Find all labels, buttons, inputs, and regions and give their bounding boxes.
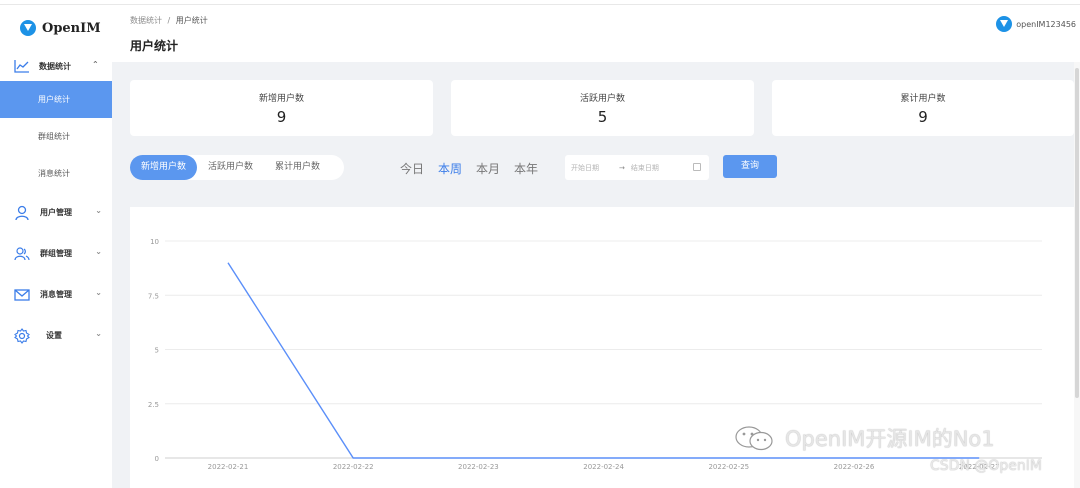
x-tick-label: 2022-02-24 — [583, 463, 624, 471]
range-today[interactable]: 今日 — [400, 160, 424, 177]
tab-new-users[interactable]: 新增用户数 — [130, 155, 198, 180]
menu-message-management-label: 消息管理 — [40, 290, 72, 299]
menu-settings-label: 设置 — [46, 331, 62, 340]
menu-data-stats-label: 数据统计 — [39, 61, 71, 71]
date-range-picker[interactable]: 开始日期 → 结束日期 — [565, 155, 709, 180]
menu-group-management-label: 群组管理 — [40, 249, 72, 258]
scrollbar-thumb[interactable] — [1075, 68, 1079, 398]
y-tick-label: 0 — [155, 455, 159, 463]
user-icon — [15, 205, 29, 220]
stat-value: 9 — [918, 108, 928, 126]
metric-tabs: 新增用户数 活跃用户数 累计用户数 — [130, 155, 344, 180]
mail-icon — [14, 288, 30, 301]
stat-card-new-users: 新增用户数 9 — [130, 80, 433, 136]
range-options: 今日 本周 本月 本年 — [400, 160, 552, 177]
watermark-secondary: CSDN @OpenIM — [930, 458, 1042, 474]
breadcrumb-current: 用户统计 — [175, 16, 208, 25]
stat-value: 5 — [597, 108, 608, 126]
range-this-year[interactable]: 本年 — [514, 160, 538, 177]
breadcrumb: 数据统计 / 用户统计 — [130, 15, 208, 26]
watermark-primary: OpenIM开源IM的No1 — [733, 423, 995, 453]
stat-label: 新增用户数 — [258, 94, 304, 104]
submenu-group-stats[interactable]: 群组统计 — [0, 118, 112, 155]
app-name: OpenIM — [42, 20, 101, 36]
user-name: openIM123456 — [1016, 19, 1076, 29]
page-header: 数据统计 / 用户统计 用户统计 openIM123456 — [112, 5, 1080, 62]
page-title: 用户统计 — [130, 39, 179, 53]
watermark-primary-text: OpenIM开源IM的No1 — [785, 427, 995, 451]
y-tick-label: 2.5 — [148, 401, 159, 409]
avatar — [996, 16, 1013, 32]
sidebar: OpenIM 数据统计 ⌃ 用户统计 群组统计 消息统计 用户管理 ⌄ 群组管理… — [0, 5, 112, 488]
menu-data-stats[interactable]: 数据统计 ⌃ — [0, 51, 112, 81]
menu-group-management[interactable]: 群组管理 ⌄ — [0, 233, 112, 274]
menu-user-management[interactable]: 用户管理 ⌄ — [0, 192, 112, 233]
data-stats-submenu: 用户统计 群组统计 消息统计 — [0, 81, 112, 192]
chevron-down-icon: ⌄ — [95, 329, 102, 338]
chevron-up-icon: ⌃ — [92, 60, 99, 69]
wechat-icon — [735, 426, 773, 451]
chevron-down-icon: ⌄ — [95, 247, 102, 256]
stat-label: 活跃用户数 — [579, 94, 625, 104]
menu-message-management[interactable]: 消息管理 ⌄ — [0, 274, 112, 315]
stat-value: 9 — [276, 108, 287, 126]
breadcrumb-parent[interactable]: 数据统计 — [130, 16, 162, 25]
menu-user-management-label: 用户管理 — [40, 208, 72, 217]
query-button[interactable]: 查询 — [723, 155, 777, 178]
submenu-message-stats[interactable]: 消息统计 — [0, 155, 112, 192]
gear-icon — [14, 327, 30, 344]
breadcrumb-separator: / — [167, 16, 171, 25]
range-this-month[interactable]: 本月 — [476, 160, 500, 177]
range-this-week[interactable]: 本周 — [438, 160, 462, 177]
x-tick-label: 2022-02-26 — [834, 463, 875, 471]
range-arrow-icon: → — [619, 163, 625, 172]
y-tick-label: 5 — [155, 347, 159, 355]
menu-settings[interactable]: 设置 ⌄ — [0, 315, 112, 356]
stat-card-total-users: 累计用户数 9 — [772, 80, 1074, 136]
x-tick-label: 2022-02-23 — [458, 463, 499, 471]
calendar-icon — [693, 163, 701, 171]
end-date-input[interactable]: 结束日期 — [631, 163, 659, 173]
scrollbar[interactable] — [1074, 62, 1080, 488]
app-logo[interactable]: OpenIM — [0, 5, 112, 51]
start-date-input[interactable]: 开始日期 — [571, 163, 599, 173]
group-icon — [14, 246, 30, 260]
user-menu[interactable]: openIM123456 — [996, 16, 1076, 32]
x-tick-label: 2022-02-25 — [708, 463, 749, 471]
submenu-user-stats[interactable]: 用户统计 — [0, 81, 112, 118]
tab-active-users[interactable]: 活跃用户数 — [197, 155, 264, 180]
chart-line-icon — [14, 60, 29, 73]
x-tick-label: 2022-02-21 — [208, 463, 249, 471]
stat-card-active-users: 活跃用户数 5 — [451, 80, 754, 136]
x-tick-label: 2022-02-22 — [333, 463, 374, 471]
y-tick-label: 7.5 — [148, 292, 159, 300]
tab-total-users[interactable]: 累计用户数 — [264, 155, 331, 180]
y-tick-label: 10 — [150, 238, 159, 246]
chevron-down-icon: ⌄ — [95, 288, 102, 297]
stat-label: 累计用户数 — [900, 94, 946, 104]
openim-logo-icon — [20, 20, 36, 36]
chevron-down-icon: ⌄ — [95, 206, 102, 215]
